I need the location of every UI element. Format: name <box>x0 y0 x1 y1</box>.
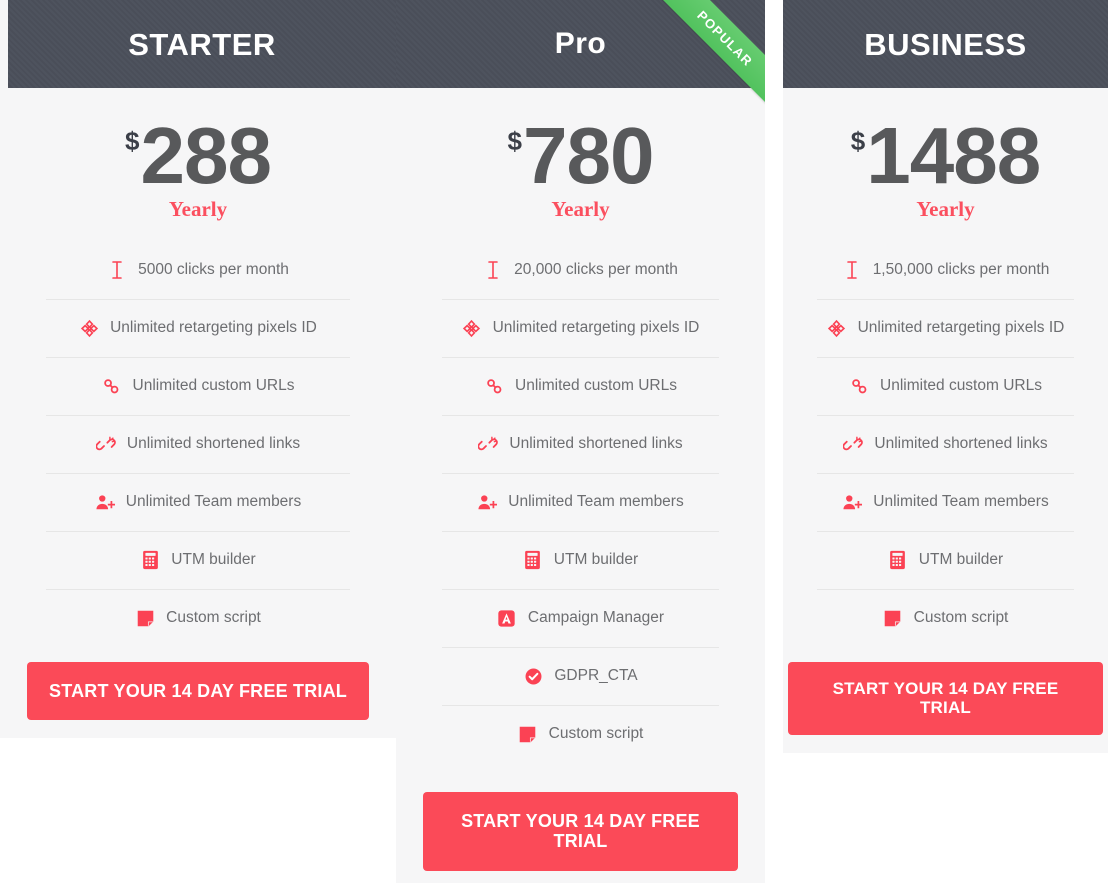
link-chain-icon <box>102 376 122 396</box>
move-arrows-icon <box>462 318 482 338</box>
feature-row: Custom script <box>442 706 719 764</box>
feature-row: GDPR_CTA <box>442 648 719 706</box>
price-block: $ 780 Yearly <box>396 88 765 220</box>
feature-row: Campaign Manager <box>442 590 719 648</box>
billing-period: Yearly <box>168 196 228 221</box>
link-chain-icon <box>484 376 504 396</box>
feature-row: Unlimited shortened links <box>442 416 719 474</box>
link-chain-icon <box>849 376 869 396</box>
move-arrows-icon <box>827 318 847 338</box>
feature-list: 20,000 clicks per month Unlimited retarge… <box>396 242 765 764</box>
feature-row: Unlimited Team members <box>46 474 350 532</box>
check-circle-icon <box>523 666 543 686</box>
feature-list: 1,50,000 clicks per month Unlimited retar… <box>783 242 1108 648</box>
plan-card-pro: Pro POPULAR $ 780 Yearly 20,000 clicks p… <box>396 0 765 883</box>
start-trial-button[interactable]: START YOUR 14 DAY FREE TRIAL <box>27 661 369 721</box>
feature-label: Unlimited Team members <box>125 492 302 510</box>
feature-label: Unlimited Team members <box>873 492 1049 510</box>
feature-label: Unlimited Team members <box>508 492 684 510</box>
plan-title: BUSINESS <box>864 26 1027 62</box>
feature-label: UTM builder <box>918 550 1004 568</box>
user-plus-icon <box>842 492 863 512</box>
feature-row: Custom script <box>46 590 350 648</box>
feature-row: Unlimited retargeting pixels ID <box>817 300 1074 358</box>
feature-row: Unlimited shortened links <box>817 416 1074 474</box>
move-arrows-icon <box>79 318 99 338</box>
plan-card-business: BUSINESS $ 1488 Yearly 1,50,000 clicks p… <box>783 0 1108 753</box>
feature-row: Unlimited Team members <box>442 474 719 532</box>
broken-link-icon <box>843 434 864 454</box>
feature-row: UTM builder <box>46 532 350 590</box>
feature-label: 20,000 clicks per month <box>514 260 678 278</box>
calculator-icon <box>888 550 908 570</box>
feature-row: UTM builder <box>442 532 719 590</box>
broken-link-icon <box>95 434 116 454</box>
user-plus-icon <box>477 492 498 512</box>
feature-label: Unlimited shortened links <box>874 434 1048 452</box>
script-page-icon <box>883 609 903 629</box>
feature-label: UTM builder <box>553 550 639 568</box>
feature-label: UTM builder <box>171 550 256 568</box>
feature-row: Unlimited shortened links <box>46 416 350 474</box>
feature-label: Unlimited retargeting pixels ID <box>110 318 317 336</box>
calculator-icon <box>140 550 160 570</box>
feature-label: GDPR_CTA <box>554 666 638 684</box>
feature-row: Unlimited retargeting pixels ID <box>46 300 350 358</box>
feature-row: Unlimited Team members <box>817 474 1074 532</box>
plan-header-business: BUSINESS <box>783 0 1108 88</box>
feature-row: Custom script <box>817 590 1074 648</box>
broken-link-icon <box>478 434 499 454</box>
feature-row: Unlimited retargeting pixels ID <box>442 300 719 358</box>
start-trial-button[interactable]: START YOUR 14 DAY FREE TRIAL <box>423 791 738 871</box>
feature-label: Campaign Manager <box>527 608 665 626</box>
billing-period: Yearly <box>551 196 610 221</box>
price-block: $ 288 Yearly <box>0 88 396 220</box>
campaign-a-icon <box>497 608 517 628</box>
billing-period: Yearly <box>916 196 975 221</box>
feature-row: 5000 clicks per month <box>46 242 350 300</box>
feature-row: Unlimited custom URLs <box>442 358 719 416</box>
plan-card-starter: STARTER $ 288 Yearly 5000 clicks per mon… <box>0 0 396 739</box>
feature-label: 1,50,000 clicks per month <box>872 260 1050 278</box>
plan-header-pro: Pro POPULAR <box>396 0 765 118</box>
feature-label: Unlimited custom URLs <box>132 376 295 394</box>
feature-row: Unlimited custom URLs <box>817 358 1074 416</box>
calculator-icon <box>523 550 543 570</box>
feature-list: 5000 clicks per month Unlimited retargeti… <box>0 242 396 648</box>
price-amount: 1488 <box>866 111 1041 200</box>
text-cursor-icon <box>483 260 503 280</box>
feature-label: Unlimited custom URLs <box>515 376 677 394</box>
feature-label: Unlimited custom URLs <box>880 376 1042 394</box>
feature-label: Unlimited shortened links <box>509 434 683 452</box>
plan-header-starter: STARTER <box>8 0 396 88</box>
price-amount: 288 <box>140 111 271 200</box>
feature-row: UTM builder <box>817 532 1074 590</box>
price-amount: 780 <box>522 111 654 200</box>
feature-label: Custom script <box>913 609 1009 627</box>
currency-symbol: $ <box>507 126 522 156</box>
price-block: $ 1488 Yearly <box>783 88 1108 220</box>
plan-title: STARTER <box>128 26 276 62</box>
text-cursor-icon <box>107 260 127 280</box>
pricing-table: STARTER $ 288 Yearly 5000 clicks per mon… <box>0 0 1108 883</box>
feature-label: Unlimited retargeting pixels ID <box>857 318 1065 336</box>
script-page-icon <box>518 725 538 745</box>
feature-label: 5000 clicks per month <box>138 260 289 278</box>
feature-label: Custom script <box>166 609 261 627</box>
feature-row: 20,000 clicks per month <box>442 242 719 300</box>
feature-label: Custom script <box>548 725 644 743</box>
currency-symbol: $ <box>850 126 866 156</box>
user-plus-icon <box>95 492 115 512</box>
text-cursor-icon <box>842 260 862 280</box>
feature-row: Unlimited custom URLs <box>46 358 350 416</box>
plan-title: Pro <box>554 27 607 60</box>
feature-label: Unlimited shortened links <box>126 434 301 452</box>
start-trial-button[interactable]: START YOUR 14 DAY FREE TRIAL <box>788 661 1103 735</box>
currency-symbol: $ <box>125 126 140 156</box>
feature-label: Unlimited retargeting pixels ID <box>492 318 700 336</box>
feature-row: 1,50,000 clicks per month <box>817 242 1074 300</box>
script-page-icon <box>135 609 155 629</box>
